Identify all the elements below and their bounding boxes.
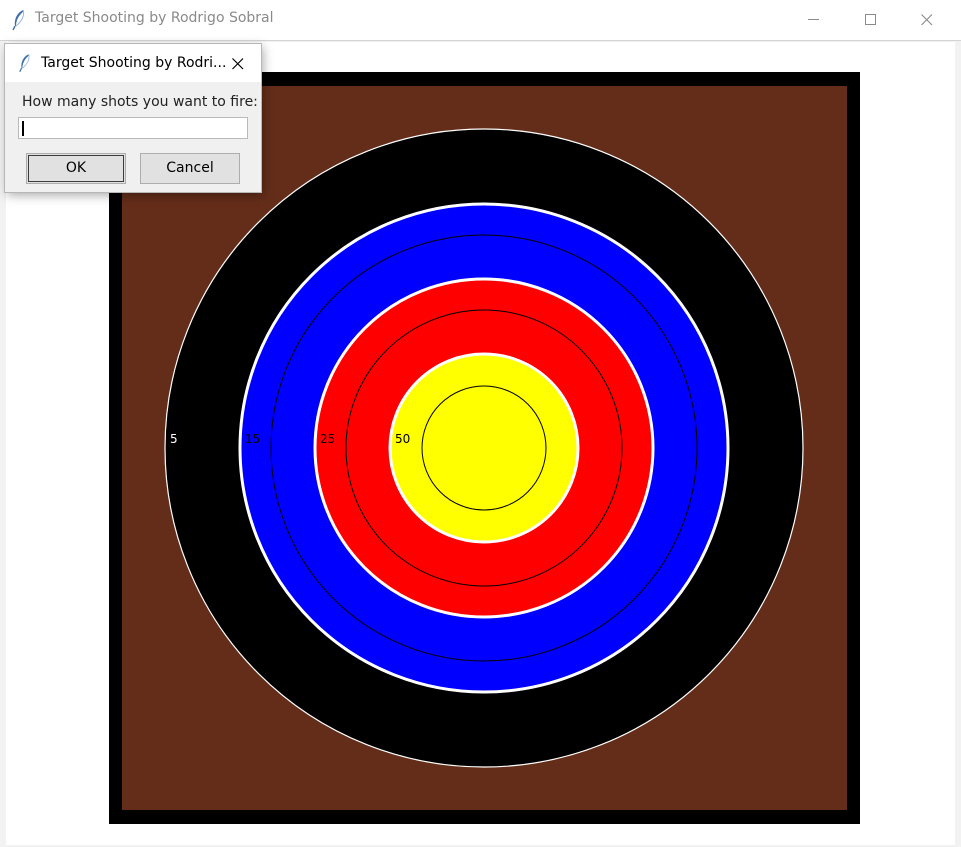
close-icon	[921, 14, 933, 26]
ok-button[interactable]: OK	[26, 153, 126, 184]
window-title: Target Shooting by Rodrigo Sobral	[35, 10, 274, 26]
dialog-title: Target Shooting by Rodri...	[41, 55, 227, 71]
feather-icon	[19, 54, 30, 73]
dialog-close-button[interactable]	[225, 52, 251, 76]
shots-input[interactable]	[18, 117, 248, 139]
dialog-prompt: How many shots you want to fire:	[22, 94, 258, 110]
ring-label-50: 50	[395, 432, 410, 446]
close-button[interactable]	[903, 0, 949, 40]
text-caret	[22, 121, 24, 136]
minimize-button[interactable]	[791, 0, 837, 40]
main-titlebar: Target Shooting by Rodrigo Sobral	[0, 0, 961, 40]
dialog-titlebar[interactable]: Target Shooting by Rodri...	[5, 44, 261, 82]
ring-label-5: 5	[170, 432, 178, 446]
cancel-button-label: Cancel	[166, 160, 214, 176]
ring-label-15: 15	[245, 432, 260, 446]
maximize-button[interactable]	[847, 0, 893, 40]
maximize-icon	[865, 14, 876, 25]
feather-icon	[12, 9, 25, 31]
ring-50	[388, 352, 580, 544]
cancel-button[interactable]: Cancel	[140, 153, 240, 184]
minimize-icon	[808, 19, 819, 20]
ring-label-25: 25	[320, 432, 335, 446]
shots-dialog: Target Shooting by Rodri... How many sho…	[5, 44, 261, 192]
ok-button-focus-ring	[28, 155, 124, 182]
close-icon	[232, 58, 244, 70]
